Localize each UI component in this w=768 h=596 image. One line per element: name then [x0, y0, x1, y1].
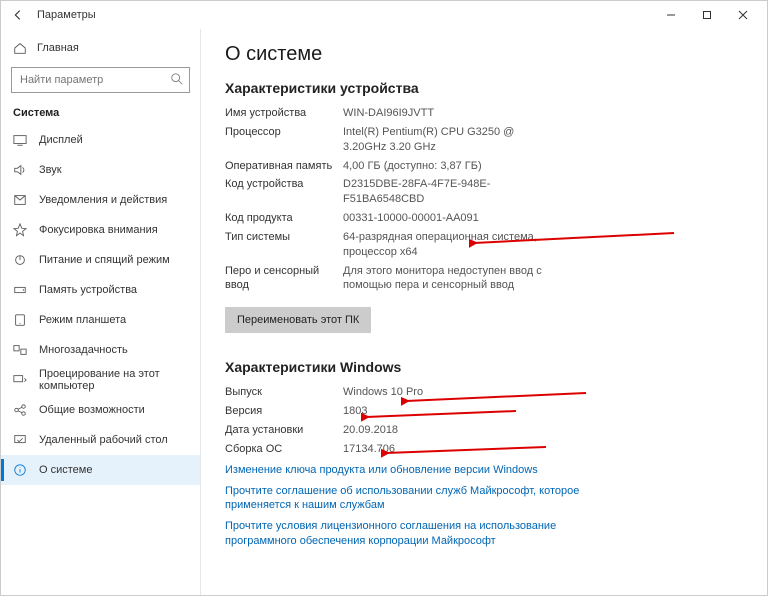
cpu-value: Intel(R) Pentium(R) CPU G3250 @ 3.20GHz …: [343, 125, 553, 155]
titlebar: Параметры: [1, 1, 767, 29]
close-button[interactable]: [725, 1, 761, 29]
pen-value: Для этого монитора недоступен ввод с пом…: [343, 264, 553, 294]
nav-focus[interactable]: Фокусировка внимания: [1, 215, 200, 245]
windows-specs-heading: Характеристики Windows: [225, 359, 743, 375]
nav-projecting[interactable]: Проецирование на этот компьютер: [1, 365, 200, 395]
focus-icon: [13, 223, 27, 237]
tablet-icon: [13, 313, 27, 327]
power-icon: [13, 253, 27, 267]
link-license-terms[interactable]: Прочтите условия лицензионного соглашени…: [225, 519, 585, 549]
product-id-value: 00331-10000-00001-AA091: [343, 211, 553, 226]
display-icon: [13, 133, 27, 147]
sound-icon: [13, 163, 27, 177]
installed-label: Дата установки: [225, 423, 343, 438]
device-name-value: WIN-DAI96I9JVTT: [343, 106, 553, 121]
device-name-label: Имя устройства: [225, 106, 343, 121]
version-label: Версия: [225, 404, 343, 419]
content-area: О системе Характеристики устройства Имя …: [201, 29, 767, 595]
multitasking-icon: [13, 343, 27, 357]
edition-label: Выпуск: [225, 385, 343, 400]
nav-tablet[interactable]: Режим планшета: [1, 305, 200, 335]
nav-remote[interactable]: Удаленный рабочий стол: [1, 425, 200, 455]
build-label: Сборка ОС: [225, 442, 343, 457]
projecting-icon: [13, 373, 27, 387]
nav-display[interactable]: Дисплей: [1, 125, 200, 155]
maximize-button[interactable]: [689, 1, 725, 29]
home-icon: [13, 41, 27, 55]
nav-about[interactable]: О системе: [1, 455, 200, 485]
notifications-icon: [13, 193, 27, 207]
rename-pc-button[interactable]: Переименовать этот ПК: [225, 307, 371, 333]
home-link[interactable]: Главная: [1, 35, 200, 61]
ram-label: Оперативная память: [225, 159, 343, 174]
system-type-value: 64-разрядная операционная система, проце…: [343, 230, 553, 260]
about-icon: [13, 463, 27, 477]
system-type-label: Тип системы: [225, 230, 343, 260]
cpu-label: Процессор: [225, 125, 343, 155]
device-id-value: D2315DBE-28FA-4F7E-948E-F51BA6548CBD: [343, 177, 553, 207]
minimize-button[interactable]: [653, 1, 689, 29]
shared-icon: [13, 403, 27, 417]
nav-notifications[interactable]: Уведомления и действия: [1, 185, 200, 215]
page-title: О системе: [225, 43, 743, 66]
nav-shared[interactable]: Общие возможности: [1, 395, 200, 425]
search-box[interactable]: [11, 67, 190, 93]
ram-value: 4,00 ГБ (доступно: 3,87 ГБ): [343, 159, 553, 174]
version-value: 1803: [343, 404, 553, 419]
build-value: 17134.706: [343, 442, 553, 457]
device-specs-heading: Характеристики устройства: [225, 80, 743, 96]
search-icon: [170, 72, 184, 86]
remote-icon: [13, 433, 27, 447]
nav-power[interactable]: Питание и спящий режим: [1, 245, 200, 275]
pen-label: Перо и сенсорный ввод: [225, 264, 343, 294]
home-label: Главная: [37, 42, 79, 54]
installed-value: 20.09.2018: [343, 423, 553, 438]
nav-multitasking[interactable]: Многозадачность: [1, 335, 200, 365]
search-input[interactable]: [11, 67, 190, 93]
window-title: Параметры: [37, 9, 96, 21]
category-header: Система: [1, 103, 200, 125]
nav-storage[interactable]: Память устройства: [1, 275, 200, 305]
sidebar: Главная Система Дисплей Звук Уведомления…: [1, 29, 201, 595]
nav-sound[interactable]: Звук: [1, 155, 200, 185]
product-id-label: Код продукта: [225, 211, 343, 226]
edition-value: Windows 10 Pro: [343, 385, 553, 400]
back-button[interactable]: [7, 4, 29, 26]
link-product-key[interactable]: Изменение ключа продукта или обновление …: [225, 463, 585, 478]
link-services-agreement[interactable]: Прочтите соглашение об использовании слу…: [225, 484, 585, 514]
storage-icon: [13, 283, 27, 297]
device-id-label: Код устройства: [225, 177, 343, 207]
